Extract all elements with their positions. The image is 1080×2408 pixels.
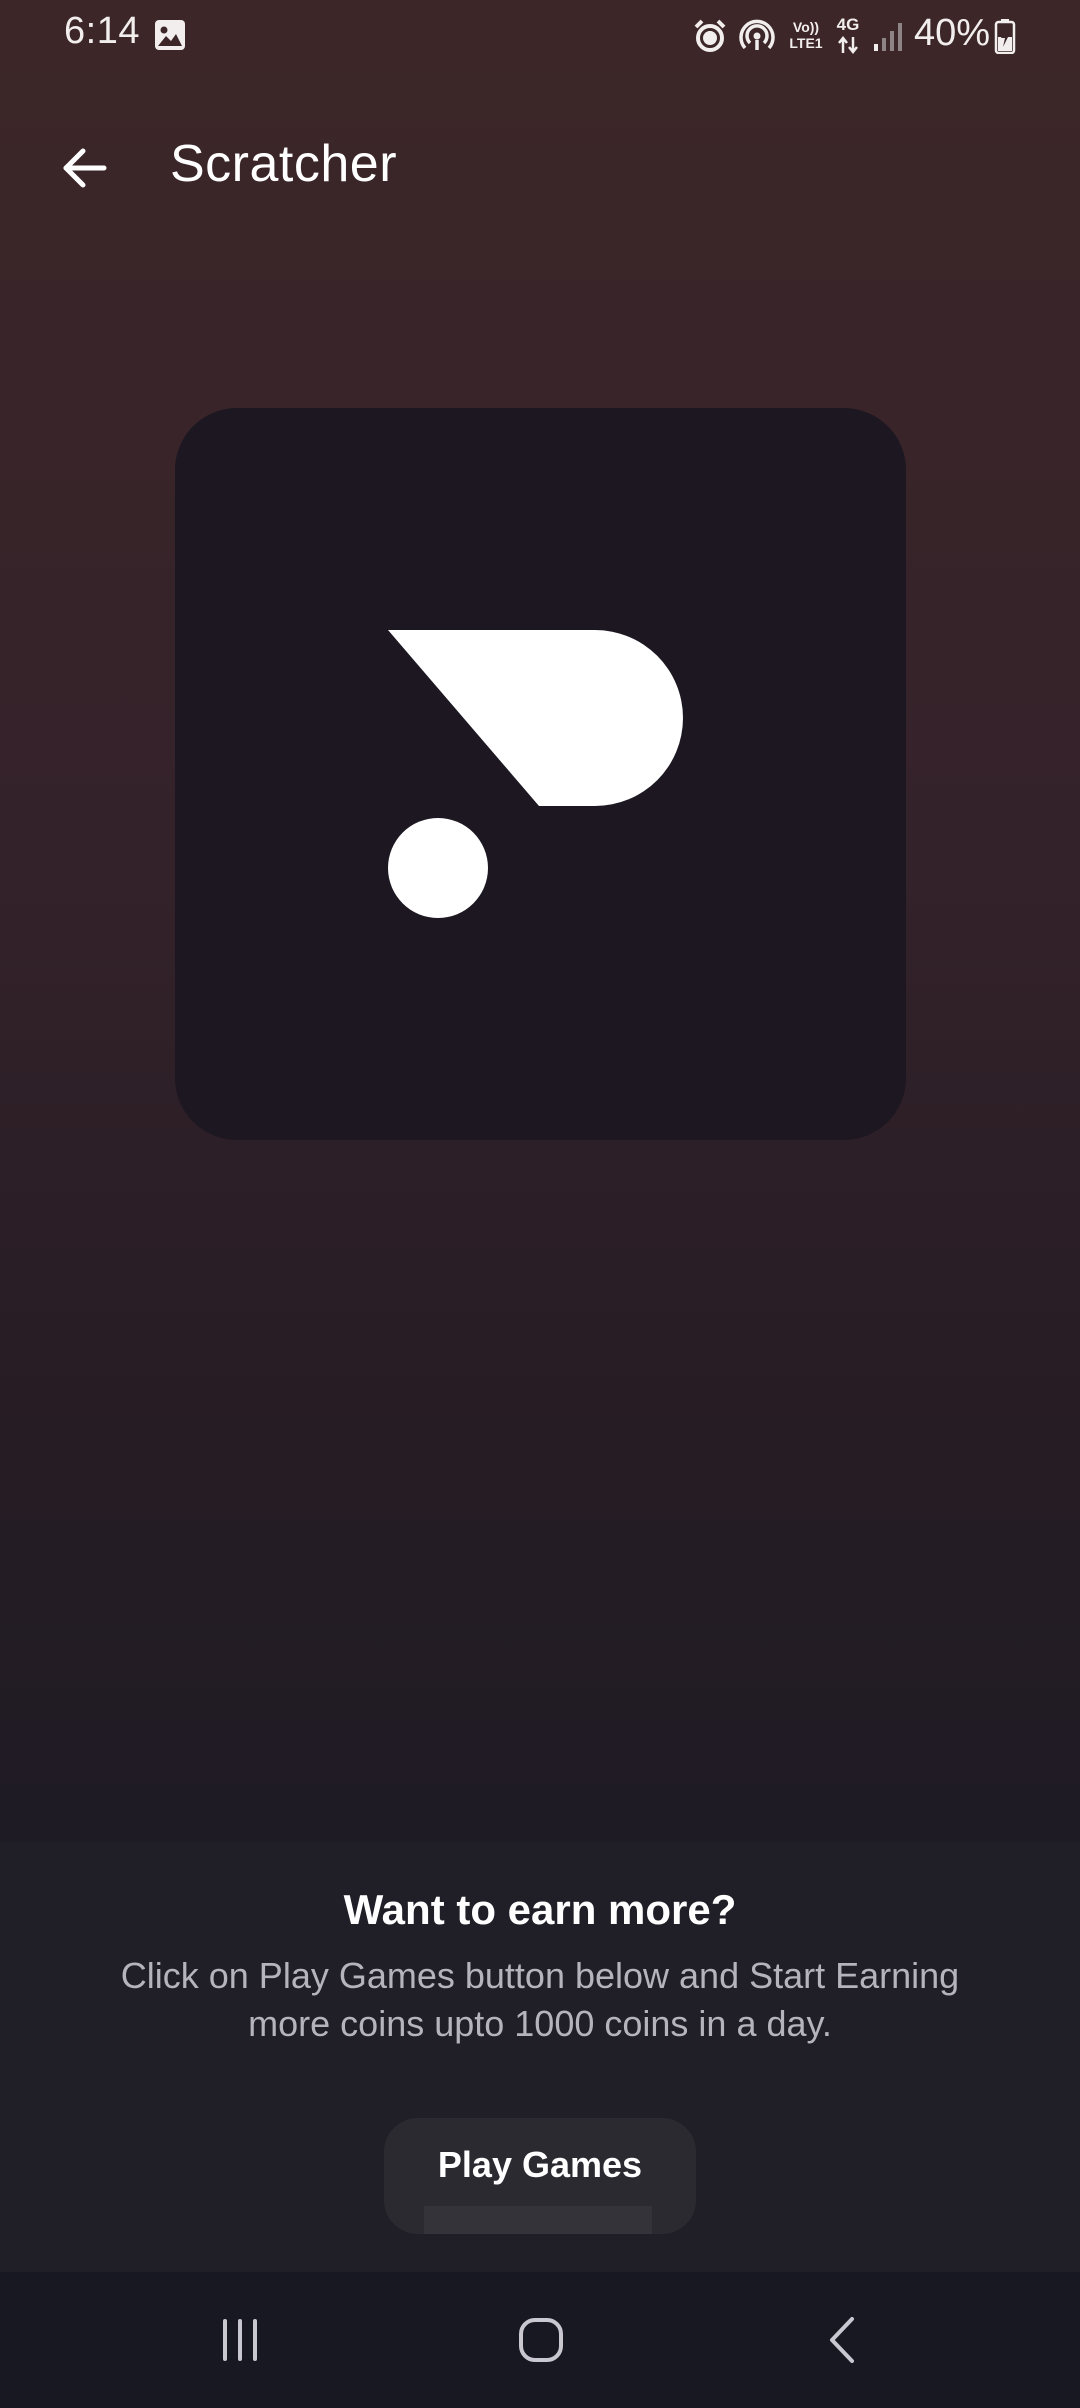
back-nav-icon [830,2317,854,2363]
promo-description: Click on Play Games button below and Sta… [60,1952,1020,2048]
hotspot-icon [739,19,775,50]
app-logo-card [175,408,906,1140]
promo-line-2: more coins upto 1000 coins in a day. [248,2003,832,2044]
page-title: Scratcher [170,135,398,193]
play-games-label: Play Games [437,2144,643,2185]
volte-icon: Vo)) LTE1 [786,20,826,56]
recent-apps-icon [223,2319,257,2361]
battery-charging-icon [994,19,1016,54]
alarm-icon [694,19,726,52]
status-time: 6:14 [64,10,140,52]
recent-apps-button[interactable] [180,2300,300,2380]
earn-more-panel: Want to earn more? Click on Play Games b… [0,1842,1080,2272]
home-button[interactable] [481,2300,601,2380]
gallery-icon [155,20,185,50]
status-bar: 6:14 Vo)) LTE1 4G 40% [0,0,1080,72]
app-bar: Scratcher [0,110,1080,220]
signal-icon [874,23,902,51]
network-4g-icon: 4G [832,15,864,56]
home-icon [519,2318,563,2362]
volte-label-bottom: LTE1 [789,35,823,51]
arrow-left-icon [63,148,107,188]
battery-percent: 40% [914,12,991,54]
play-games-button[interactable]: Play Games [384,2118,696,2234]
button-highlight [424,2206,652,2234]
volte-label-top: Vo)) [792,19,820,35]
network-label: 4G [836,15,860,34]
back-button[interactable] [44,128,124,208]
system-nav-bar [0,2272,1080,2408]
promo-heading: Want to earn more? [343,1886,737,1933]
scratcher-logo-icon [388,630,683,918]
promo-line-1: Click on Play Games button below and Sta… [120,1955,960,1996]
back-nav-button[interactable] [784,2300,904,2380]
